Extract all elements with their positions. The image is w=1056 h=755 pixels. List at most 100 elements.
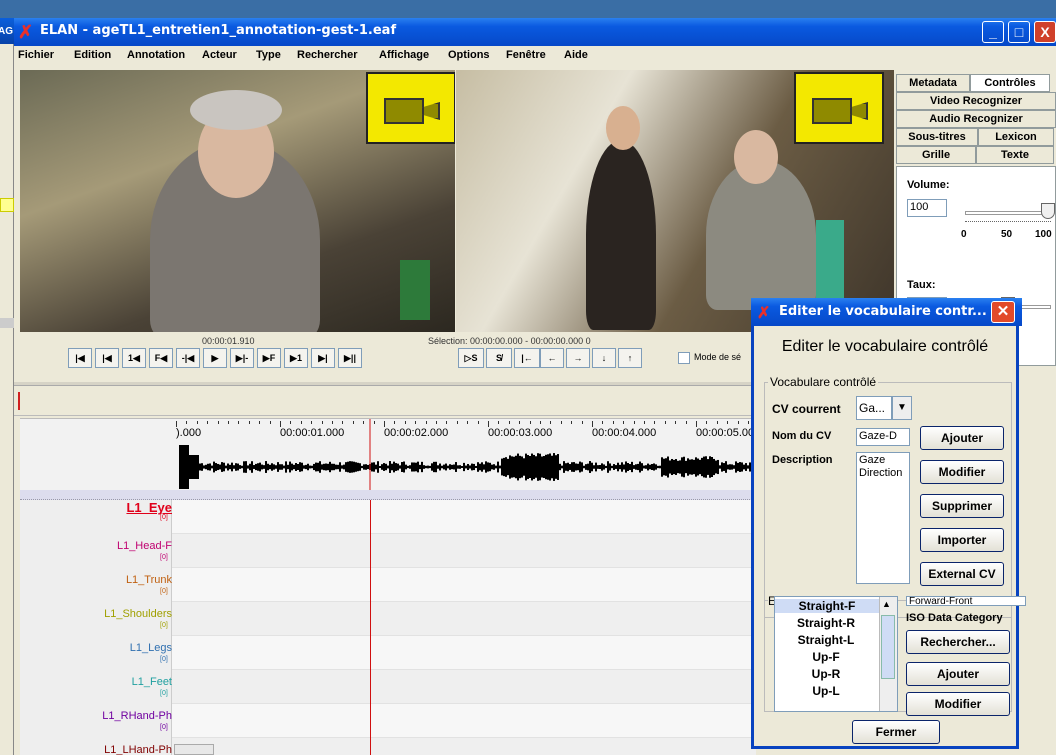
tab-video-recognizer[interactable]: Video Recognizer <box>896 92 1056 110</box>
menu-type[interactable]: Type <box>256 49 281 61</box>
nav-button-0[interactable]: ← <box>540 348 564 368</box>
iso-label: ISO Data Category <box>906 612 1003 624</box>
entry-add-button[interactable]: Ajouter <box>906 662 1010 686</box>
horizontal-scrollbar[interactable] <box>174 744 214 755</box>
menu-rechercher[interactable]: Rechercher <box>297 49 358 61</box>
cv-delete-button[interactable]: Supprimer <box>920 494 1004 518</box>
cv-name-field[interactable]: Gaze-D <box>856 428 910 446</box>
menu-annotation[interactable]: Annotation <box>127 49 185 61</box>
title-bar[interactable]: ✗ ELAN - ageTL1_entretien1_annotation-ge… <box>14 18 1056 46</box>
scroll-thumb[interactable] <box>881 615 895 679</box>
menu-options[interactable]: Options <box>448 49 490 61</box>
playback-button-3[interactable]: F◀ <box>149 348 173 368</box>
cv-import-button[interactable]: Importer <box>920 528 1004 552</box>
chevron-down-icon[interactable]: ▼ <box>892 396 912 420</box>
entry-value-field[interactable]: Forward-Front <box>906 596 1026 606</box>
tab-metadata[interactable]: Metadata <box>896 74 970 92</box>
playback-button-0[interactable]: |◀ <box>68 348 92 368</box>
playback-button-5[interactable]: ▶ <box>203 348 227 368</box>
tier-row[interactable]: L1_Eye [0] <box>20 500 756 534</box>
dialog-title-bar[interactable]: ✗ Editer le vocabulaire contr... ✕ <box>751 298 1022 326</box>
tier-row[interactable]: L1_LHand-Ph <box>20 738 756 755</box>
tier-count: [0] <box>160 622 168 629</box>
minimize-button[interactable]: _ <box>982 21 1004 43</box>
camera-tag-2 <box>794 72 884 144</box>
dialog-title: Editer le vocabulaire contr... <box>779 304 987 319</box>
cv-modify-button[interactable]: Modifier <box>920 460 1004 484</box>
close-button[interactable]: X <box>1034 21 1056 43</box>
menu-aide[interactable]: Aide <box>564 49 588 61</box>
tab-audio-recognizer[interactable]: Audio Recognizer <box>896 110 1056 128</box>
menu-fichier[interactable]: Fichier <box>18 49 54 61</box>
cv-entry-item[interactable]: Up-F <box>781 650 871 664</box>
cv-current-select[interactable]: Ga... <box>856 396 892 420</box>
cv-entry-item[interactable]: Straight-L <box>781 633 871 647</box>
selection-mode-checkbox[interactable] <box>678 352 690 364</box>
selection-button-1[interactable]: S̸ <box>486 348 512 368</box>
playback-button-7[interactable]: ▶F <box>257 348 281 368</box>
volume-field[interactable]: 100 <box>907 199 947 217</box>
video-player-2[interactable] <box>456 70 894 332</box>
background-window-title[interactable]: AG <box>0 18 14 44</box>
playback-button-8[interactable]: ▶1 <box>284 348 308 368</box>
volume-slider-track[interactable] <box>965 211 1051 215</box>
menu-edition[interactable]: Edition <box>74 49 111 61</box>
playback-button-1[interactable]: |◀ <box>95 348 119 368</box>
playback-button-2[interactable]: 1◀ <box>122 348 146 368</box>
entry-modify-button[interactable]: Modifier <box>906 692 1010 716</box>
tier-count: [0] <box>160 514 168 521</box>
cv-entry-item[interactable]: Straight-R <box>781 616 871 630</box>
external-cv-button[interactable]: External CV <box>920 562 1004 586</box>
menu-acteur[interactable]: Acteur <box>202 49 237 61</box>
volume-slider-thumb[interactable] <box>1041 203 1055 219</box>
edit-cv-dialog: Editer le vocabulaire contrôlé Vocabular… <box>751 298 1026 749</box>
tab-controles[interactable]: Contrôles <box>970 74 1050 92</box>
menu-affichage[interactable]: Affichage <box>379 49 429 61</box>
tab-sous-titres[interactable]: Sous-titres <box>896 128 978 146</box>
tab-lexicon[interactable]: Lexicon <box>978 128 1054 146</box>
tier-row[interactable]: L1_Head-F [0] <box>20 534 756 568</box>
playback-button-9[interactable]: ▶| <box>311 348 335 368</box>
tier-row[interactable]: L1_Legs [0] <box>20 636 756 670</box>
dialog-close-icon[interactable]: ✕ <box>991 301 1015 323</box>
playback-button-6[interactable]: ▶|- <box>230 348 254 368</box>
cv-add-button[interactable]: Ajouter <box>920 426 1004 450</box>
tab-grille[interactable]: Grille <box>896 146 976 164</box>
menu-fenetre[interactable]: Fenêtre <box>506 49 546 61</box>
description-label: Description <box>772 454 833 466</box>
waveform-bottom-strip <box>20 490 756 500</box>
cv-entry-item[interactable]: Straight-F <box>775 599 879 613</box>
scroll-up-icon[interactable]: ▲ <box>882 599 891 609</box>
selection-button-2[interactable]: |← <box>514 348 540 368</box>
cv-entry-item[interactable]: Up-R <box>781 667 871 681</box>
entries-list[interactable]: Straight-F Straight-R Straight-L Up-F Up-R Up… <box>774 596 898 712</box>
playback-button-10[interactable]: ▶|| <box>338 348 362 368</box>
tier-viewer[interactable]: ).00000:00:01.00000:00:02.00000:00:03.00… <box>20 500 791 755</box>
tier-row[interactable]: L1_Shoulders [0] <box>20 602 756 636</box>
maximize-button[interactable]: □ <box>1008 21 1030 43</box>
tier-row[interactable]: L1_Feet [0] <box>20 670 756 704</box>
tier-name: L1_Legs <box>129 642 172 654</box>
entries-scrollbar[interactable]: ▲ <box>879 597 897 711</box>
tab-texte[interactable]: Texte <box>976 146 1054 164</box>
iso-search-button[interactable]: Rechercher... <box>906 630 1010 654</box>
selection-button-0[interactable]: ▷S <box>458 348 484 368</box>
waveform-viewer[interactable]: ).000 00:00:01.000 00:00:02.000 00:00:03.00… <box>20 418 791 501</box>
green-bottle <box>816 220 844 300</box>
tier-count: [0] <box>160 554 168 561</box>
tier-name: L1_Shoulders <box>104 608 172 620</box>
plant <box>400 260 430 320</box>
tier-row[interactable]: L1_Trunk [0] <box>20 568 756 602</box>
tier-row[interactable]: L1_RHand-Ph [0] <box>20 704 756 738</box>
nav-button-3[interactable]: ↑ <box>618 348 642 368</box>
nav-button-1[interactable]: → <box>566 348 590 368</box>
camera-icon <box>812 98 852 124</box>
video-player-1[interactable] <box>20 70 455 332</box>
tier-count: [0] <box>160 588 168 595</box>
description-field[interactable]: Gaze Direction <box>856 452 910 584</box>
playback-button-4[interactable]: -|◀ <box>176 348 200 368</box>
nav-button-2[interactable]: ↓ <box>592 348 616 368</box>
cv-entry-item[interactable]: Up-L <box>781 684 871 698</box>
close-dialog-button[interactable]: Fermer <box>852 720 940 744</box>
tier-name: L1_LHand-Ph <box>104 744 172 755</box>
